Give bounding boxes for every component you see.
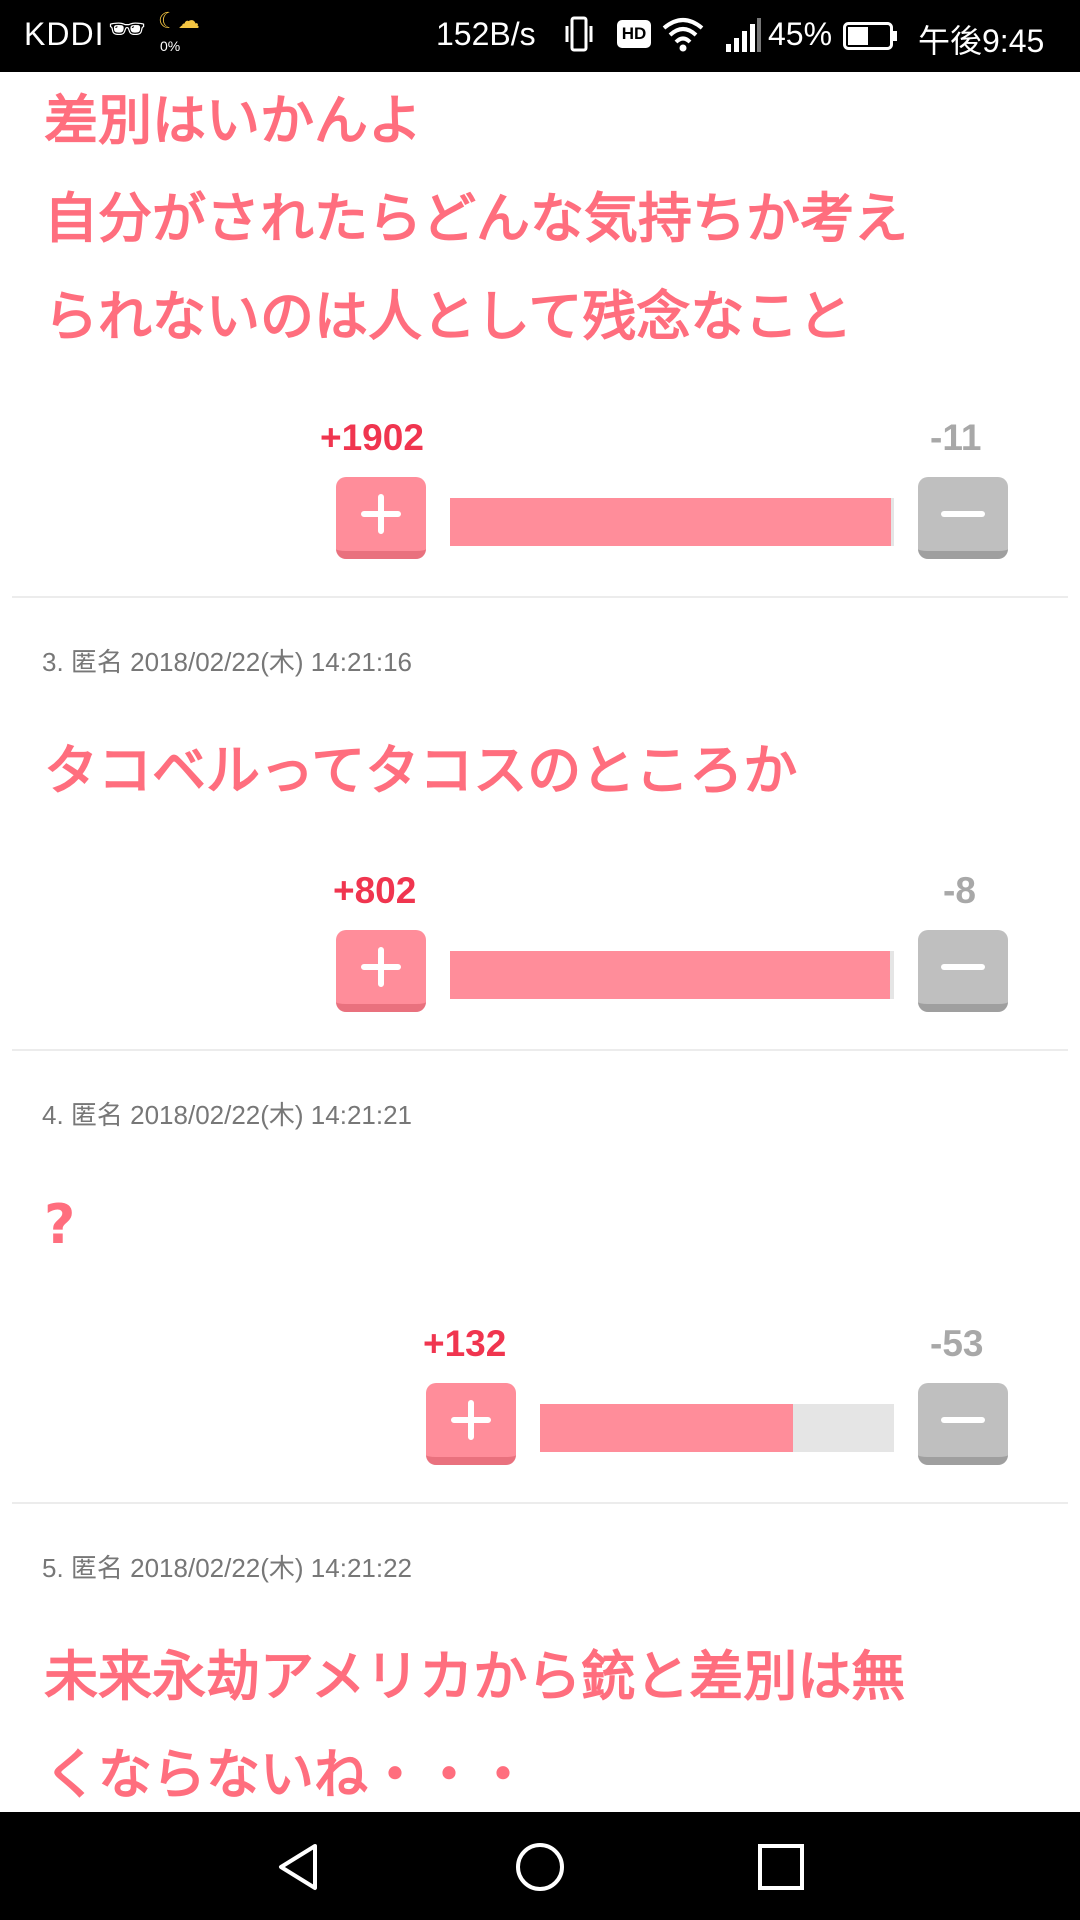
plus-icon [361,947,401,987]
weather-icon: ☾☁ [158,8,200,33]
vote-ratio-fill [450,498,892,546]
comment-meta: 3. 匿名 2018/02/22(木) 14:21:16 [42,647,413,677]
divider [12,596,1068,598]
vibrate-icon [565,16,593,52]
status-bar: KDDI 🕶 ☾☁ 0% 152B/s HD 45% 午後9:45 [0,0,1080,72]
minus-icon [941,964,985,970]
plus-button[interactable] [426,1383,516,1465]
vote-ratio-bar [450,951,894,999]
minus-icon [941,511,985,517]
plus-count: +1902 [320,417,424,458]
home-icon[interactable] [515,1842,565,1892]
comment-line: 差別はいかんよ [44,89,422,152]
comment-line: 自分がされたらどんな気持ちか考え [44,187,908,250]
comment-line: タコベルってタコスのところか [44,739,798,802]
plus-icon [451,1400,491,1440]
comment-body: ? [44,1176,1024,1274]
minus-count: -53 [930,1323,984,1364]
carrier-label: KDDI [24,16,105,52]
vote-ratio-fill [450,951,890,999]
comment-line: 未来永劫アメリカから銃と差別は無 [44,1645,906,1708]
minus-button[interactable] [918,477,1008,559]
incognito-icon: 🕶 [108,13,147,46]
minus-count: -11 [930,417,982,458]
recents-icon[interactable] [756,1842,806,1892]
divider [12,1049,1068,1051]
vote-ratio-bar [450,498,894,546]
minus-icon [941,1417,985,1423]
plus-count: +132 [423,1323,507,1364]
minus-button[interactable] [918,1383,1008,1465]
hd-badge: HD [617,20,651,48]
comment-line: くならないね・・・ [44,1743,530,1806]
comment-body: 未来永劫アメリカから銃と差別は無 くならないね・・・ [44,1628,1024,1824]
clock: 午後9:45 [918,23,1045,59]
comment-line: られないのは人として残念なこと [44,285,853,348]
battery-icon [843,22,897,50]
network-speed: 152B/s [436,16,536,52]
plus-count: +802 [333,870,417,911]
comment-body: 差別はいかんよ 自分がされたらどんな気持ちか考え られないのは人として残念なこと [44,72,1024,366]
divider [12,1502,1068,1504]
wifi-icon [662,18,704,52]
weather-percent: 0% [160,38,181,54]
battery-percent: 45% [768,16,833,52]
minus-button[interactable] [918,930,1008,1012]
plus-icon [361,494,401,534]
comment-line: ? [44,1193,76,1256]
minus-count: -8 [943,870,976,911]
plus-button[interactable] [336,477,426,559]
back-icon[interactable] [275,1842,325,1892]
comment-meta: 5. 匿名 2018/02/22(木) 14:21:22 [42,1553,413,1583]
comment-meta: 4. 匿名 2018/02/22(木) 14:21:21 [42,1100,413,1130]
vote-ratio-fill [540,1404,793,1452]
comment-body: タコベルってタコスのところか [44,722,1024,820]
vote-ratio-bar [540,1404,894,1452]
plus-button[interactable] [336,930,426,1012]
navigation-bar [0,1812,1080,1920]
signal-icon [726,18,761,52]
